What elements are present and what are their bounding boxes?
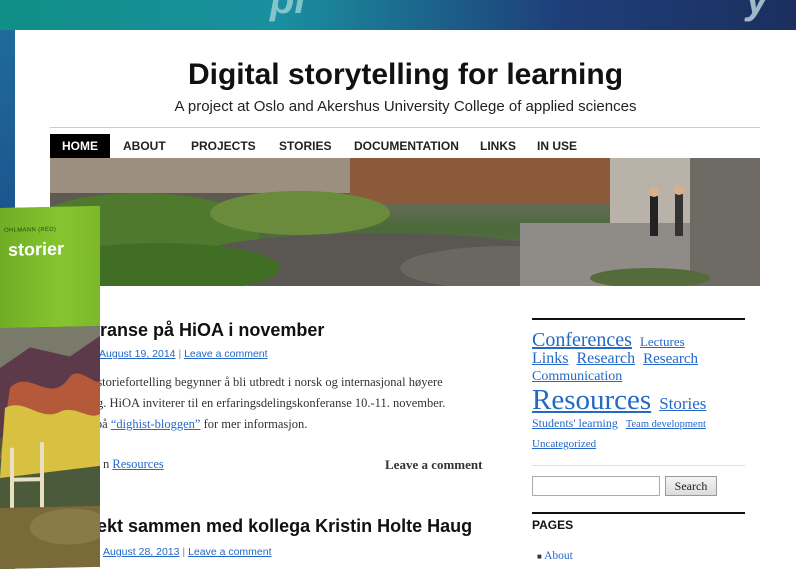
header-image: [50, 158, 760, 286]
post-meta-separator: |: [182, 546, 186, 558]
bullet-icon: ■: [537, 552, 542, 561]
post-meta-separator: |: [178, 348, 182, 360]
tag-research-communication[interactable]: Research: [643, 351, 698, 367]
nav-about[interactable]: ABOUT: [111, 134, 178, 158]
book-cover: OHLMANN (RED) storier: [0, 205, 100, 569]
tag-links[interactable]: Links: [532, 350, 568, 367]
site-description: A project at Oslo and Akershus Universit…: [174, 98, 637, 115]
blog-page: Digital storytelling for learning A proj…: [15, 30, 796, 569]
graffiti-photo: [0, 325, 100, 569]
post-date-link[interactable]: August 19, 2014: [99, 348, 175, 360]
nav-stories[interactable]: STORIES: [267, 134, 343, 158]
tag-students-learning[interactable]: Students' learning: [532, 416, 618, 430]
post-comment-link[interactable]: Leave a comment: [188, 546, 271, 558]
tag-conferences[interactable]: Conferences: [532, 329, 632, 351]
tag-lectures[interactable]: Lectures: [640, 334, 685, 349]
post-body-text: for mer informasjon.: [203, 417, 308, 431]
post-body-line: l historiefortelling begynner å bli utbr…: [81, 375, 443, 389]
post-category: n Resources: [103, 457, 164, 472]
post-leave-comment[interactable]: Leave a comment: [385, 457, 482, 473]
post-category-prefix: n: [103, 457, 110, 471]
nav-documentation[interactable]: DOCUMENTATION: [342, 134, 471, 158]
book-editor: OHLMANN (RED): [4, 226, 57, 234]
post-excerpt: l historiefortelling begynner å bli utbr…: [81, 372, 521, 435]
post-date-link[interactable]: August 28, 2013: [103, 546, 179, 558]
tag-stories[interactable]: Stories: [659, 394, 706, 413]
post-comment-link[interactable]: Leave a comment: [184, 348, 267, 360]
post-meta: August 28, 2013 | Leave a comment: [103, 546, 272, 558]
header-divider: [50, 127, 760, 128]
nav-projects[interactable]: PROJECTS: [179, 134, 268, 158]
main-nav: HOME ABOUT PROJECTS STORIES DOCUMENTATIO…: [50, 134, 760, 158]
category-link[interactable]: Resources: [112, 457, 163, 471]
site-title[interactable]: Digital storytelling for learning: [15, 58, 796, 92]
tag-research[interactable]: Research: [576, 350, 635, 367]
sidebar-rule: [532, 512, 745, 514]
search-button[interactable]: Search: [665, 476, 717, 496]
post-title[interactable]: nferanse på HiOA i november: [73, 320, 324, 341]
sidebar-rule: [532, 318, 745, 320]
nav-home[interactable]: HOME: [50, 134, 110, 158]
nav-in-use[interactable]: IN USE: [525, 134, 589, 158]
book-title: storier: [8, 238, 65, 260]
post-body-line: ning. HiOA inviterer til en erfaringsdel…: [81, 396, 446, 410]
tag-team-development[interactable]: Team development: [626, 419, 706, 430]
pages-item-label: About: [544, 550, 573, 562]
search-input[interactable]: [532, 476, 660, 496]
dighist-blog-link[interactable]: “dighist-bloggen”: [111, 417, 201, 431]
post-body-line: ed på “dighist-bloggen” for mer informas…: [81, 414, 521, 435]
post-title[interactable]: ekt sammen med kollega Kristin Holte Hau…: [97, 516, 472, 537]
tag-resources[interactable]: Resources: [532, 384, 651, 416]
banner-fragment: pl: [270, 0, 306, 22]
campus-garden-image: [50, 158, 760, 286]
tag-uncategorized[interactable]: Uncategorized: [532, 438, 596, 450]
pages-item-about[interactable]: ■ About: [537, 550, 573, 562]
nav-links[interactable]: LINKS: [468, 134, 528, 158]
pages-heading: PAGES: [532, 518, 574, 532]
sidebar-divider: [532, 465, 745, 466]
tag-cloud: Conferences Lectures Links Research Rese…: [532, 330, 747, 452]
book-photo: [0, 325, 100, 569]
banner-end: y: [746, 0, 769, 22]
post-meta: on August 19, 2014 | Leave a comment: [85, 348, 268, 360]
tag-communication[interactable]: Communication: [532, 369, 622, 384]
slide-banner: pl y: [0, 0, 796, 30]
